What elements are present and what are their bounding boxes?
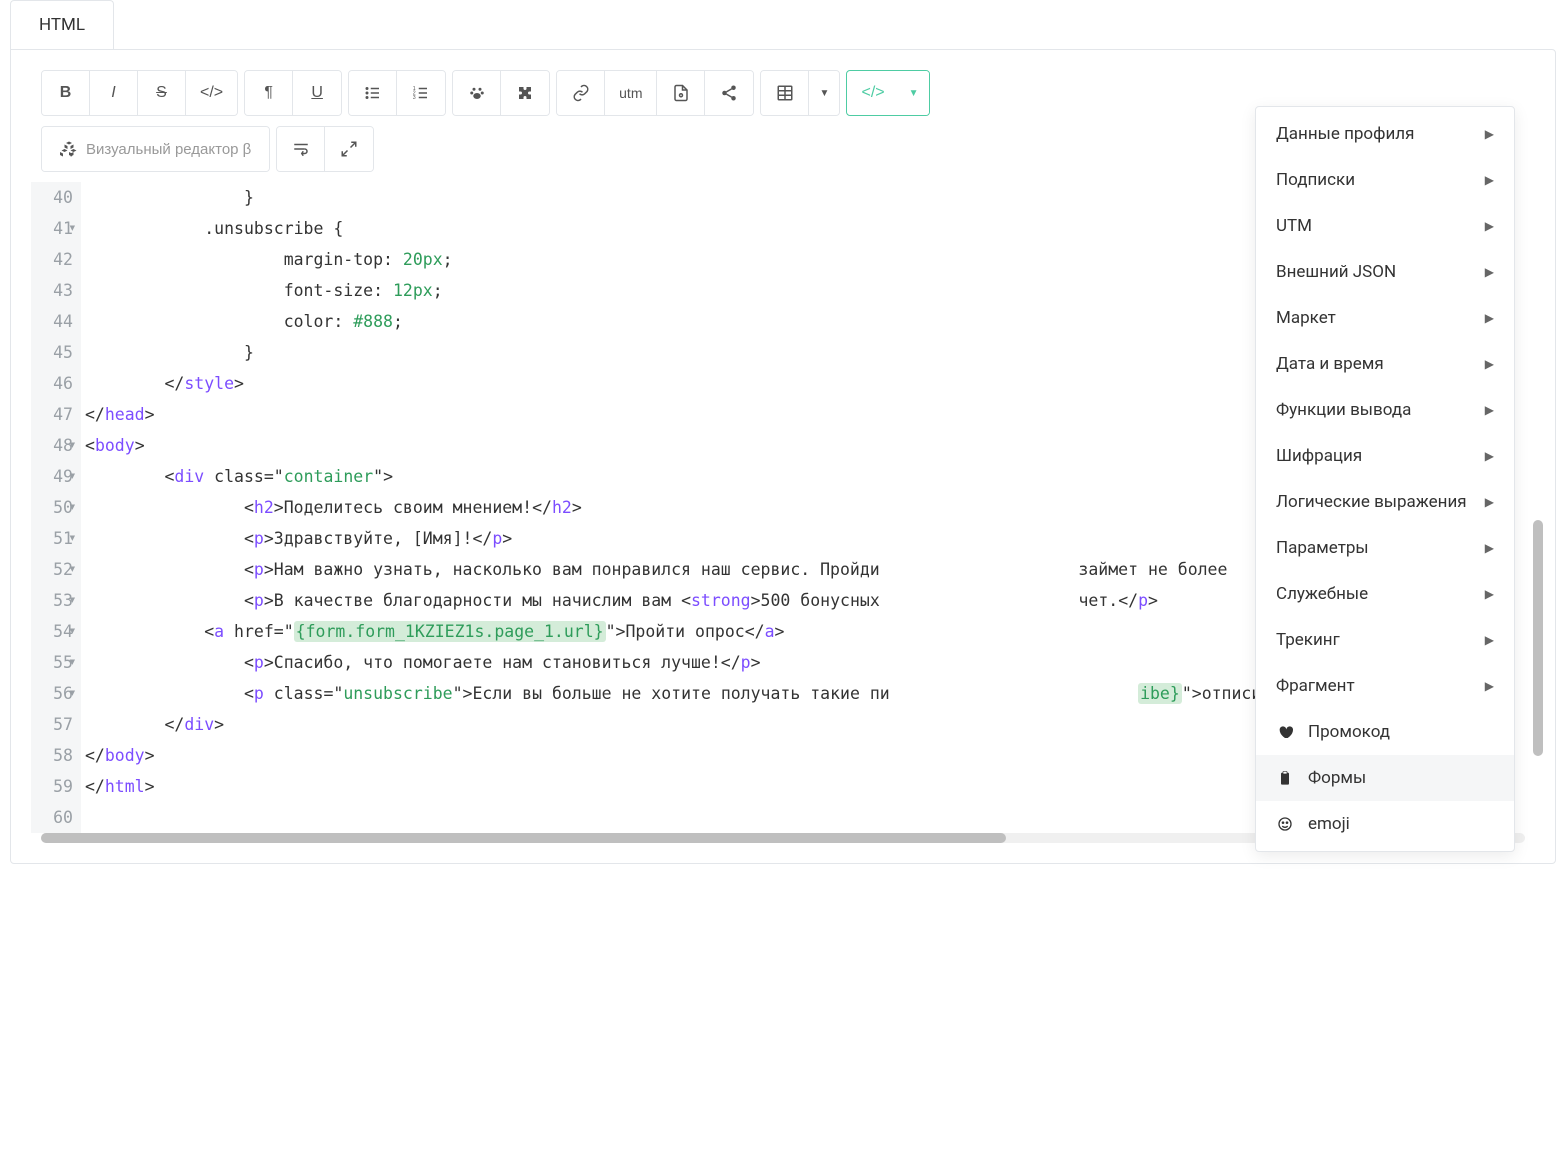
strike-button[interactable]: S [138, 71, 186, 115]
dropdown-item[interactable]: Внешний JSON ▶ [1256, 249, 1514, 295]
dropdown-item[interactable]: Формы [1256, 755, 1514, 801]
ol-icon: 123 [412, 84, 430, 102]
dropdown-item[interactable]: Промокод [1256, 709, 1514, 755]
dropdown-item-label: emoji [1308, 814, 1350, 834]
dropdown-item-label: Промокод [1308, 722, 1390, 742]
dropdown-item-label: Данные профиля [1276, 124, 1414, 144]
chevron-right-icon: ▶ [1485, 495, 1494, 509]
dropdown-item[interactable]: Служебные ▶ [1256, 571, 1514, 617]
paw-button[interactable] [453, 71, 501, 115]
dropdown-item-label: Служебные [1276, 584, 1368, 604]
dropdown-item-label: Параметры [1276, 538, 1369, 558]
dropdown-item[interactable]: Данные профиля ▶ [1256, 111, 1514, 157]
dropdown-item-label: Фрагмент [1276, 676, 1355, 696]
utm-label: utm [619, 85, 642, 101]
dropdown-item[interactable]: Функции вывода ▶ [1256, 387, 1514, 433]
insert-code-button[interactable]: </> [847, 71, 898, 115]
dropdown-item[interactable]: Параметры ▶ [1256, 525, 1514, 571]
expand-icon [340, 140, 358, 158]
chevron-right-icon: ▶ [1485, 587, 1494, 601]
dropdown-item[interactable]: Шифрация ▶ [1256, 433, 1514, 479]
puzzle-button[interactable] [501, 71, 549, 115]
ordered-list-button[interactable]: 123 [397, 71, 445, 115]
table-icon [776, 84, 794, 102]
chevron-right-icon: ▶ [1485, 633, 1494, 647]
dropdown-item[interactable]: Маркет ▶ [1256, 295, 1514, 341]
heart-icon [1276, 724, 1294, 740]
dropdown-item[interactable]: Подписки ▶ [1256, 157, 1514, 203]
ul-icon [364, 84, 382, 102]
dropdown-item-label: UTM [1276, 216, 1312, 236]
tab-html[interactable]: HTML [10, 0, 114, 49]
chevron-right-icon: ▶ [1485, 219, 1494, 233]
link-icon [572, 84, 590, 102]
svg-text:3: 3 [413, 95, 416, 101]
chevron-right-icon: ▶ [1485, 541, 1494, 555]
code-button[interactable]: </> [186, 71, 237, 115]
unordered-list-button[interactable] [349, 71, 397, 115]
dropdown-item-label: Трекинг [1276, 630, 1340, 650]
chevron-right-icon: ▶ [1485, 127, 1494, 141]
file-icon [672, 84, 690, 102]
share-button[interactable] [705, 71, 753, 115]
code-icon: </> [200, 84, 223, 102]
cubes-icon [60, 140, 78, 158]
pilcrow-icon: ¶ [264, 84, 273, 102]
dropdown-item[interactable]: Дата и время ▶ [1256, 341, 1514, 387]
chevron-right-icon: ▶ [1485, 679, 1494, 693]
line-numbers: 4041▼42434445464748▼49▼50▼51▼52▼53▼54▼55… [31, 182, 81, 833]
tab-label: HTML [39, 15, 85, 35]
chevron-right-icon: ▶ [1485, 449, 1494, 463]
dropdown-item-label: Логические выражения [1276, 492, 1467, 512]
share-icon [720, 84, 738, 102]
chevron-right-icon: ▶ [1485, 403, 1494, 417]
dropdown-item-label: Шифрация [1276, 446, 1362, 466]
utm-button[interactable]: utm [605, 71, 657, 115]
insert-variable-dropdown: Данные профиля▶Подписки▶UTM▶Внешний JSON… [1255, 106, 1515, 852]
visual-editor-button[interactable]: Визуальный редактор β [42, 127, 269, 171]
vertical-scrollbar[interactable] [1533, 150, 1543, 823]
dropdown-item-label: Подписки [1276, 170, 1355, 190]
scrollbar-thumb[interactable] [1533, 520, 1543, 756]
paragraph-button[interactable]: ¶ [245, 71, 293, 115]
scrollbar-thumb[interactable] [41, 833, 1006, 843]
bold-button[interactable]: B [42, 71, 90, 115]
fullscreen-button[interactable] [325, 127, 373, 171]
chevron-right-icon: ▶ [1485, 357, 1494, 371]
caret-down-icon: ▼ [820, 88, 830, 99]
visual-editor-label: Визуальный редактор β [86, 141, 251, 158]
paw-icon [468, 84, 486, 102]
dropdown-item-label: Внешний JSON [1276, 262, 1396, 282]
wrap-button[interactable] [277, 127, 325, 171]
dropdown-item[interactable]: emoji [1256, 801, 1514, 847]
dropdown-item[interactable]: Логические выражения ▶ [1256, 479, 1514, 525]
dropdown-item-label: Функции вывода [1276, 400, 1411, 420]
dropdown-item-label: Дата и время [1276, 354, 1384, 374]
dropdown-item[interactable]: Фрагмент ▶ [1256, 663, 1514, 709]
code-bracket-icon: </> [861, 84, 884, 102]
italic-button[interactable]: I [90, 71, 138, 115]
chevron-right-icon: ▶ [1485, 311, 1494, 325]
dropdown-item-label: Формы [1308, 768, 1366, 788]
caret-down-icon: ▼ [909, 88, 919, 99]
table-dropdown-button[interactable]: ▼ [809, 71, 839, 115]
table-button[interactable] [761, 71, 809, 115]
puzzle-icon [516, 84, 534, 102]
editor-panel: B I S </> ¶ U 123 [10, 49, 1556, 864]
wrap-icon [292, 140, 310, 158]
dropdown-item[interactable]: UTM ▶ [1256, 203, 1514, 249]
smile-icon [1276, 816, 1294, 832]
dropdown-item-label: Маркет [1276, 308, 1336, 328]
dropdown-item[interactable]: Трекинг ▶ [1256, 617, 1514, 663]
insert-code-dropdown-button[interactable]: ▼ [899, 71, 929, 115]
underline-button[interactable]: U [293, 71, 341, 115]
chevron-right-icon: ▶ [1485, 265, 1494, 279]
clipboard-icon [1276, 770, 1294, 786]
link-button[interactable] [557, 71, 605, 115]
chevron-right-icon: ▶ [1485, 173, 1494, 187]
document-button[interactable] [657, 71, 705, 115]
